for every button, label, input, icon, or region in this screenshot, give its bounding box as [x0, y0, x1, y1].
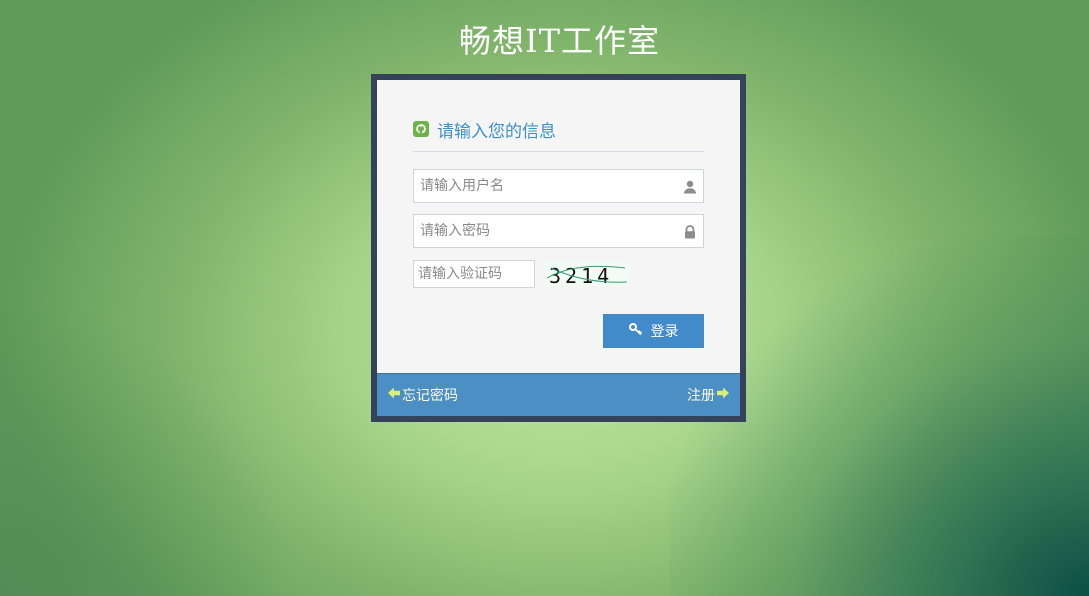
form-header-title: 请输入您的信息: [437, 122, 556, 142]
captcha-field[interactable]: [413, 260, 535, 288]
captcha-image[interactable]: 3214: [545, 258, 629, 290]
key-icon: [628, 322, 643, 340]
login-form: 请输入您的信息 请输入用户名 请输入验证码 3214 登录: [377, 80, 740, 373]
username-field[interactable]: [413, 169, 704, 203]
lock-icon: [683, 224, 697, 239]
login-panel: 请输入您的信息 请输入用户名 请输入验证码 3214 登录 忘记密码 注册: [371, 74, 746, 422]
login-button-label: 登录: [650, 324, 679, 340]
register-label: 注册: [687, 388, 715, 404]
forgot-password-label: 忘记密码: [402, 388, 458, 404]
background-shade: [0, 296, 300, 596]
password-input[interactable]: [414, 215, 703, 247]
username-input[interactable]: [414, 170, 703, 202]
form-header: 请输入您的信息: [413, 116, 704, 152]
arrow-left-icon: [387, 386, 401, 404]
password-field[interactable]: [413, 214, 704, 248]
register-link[interactable]: 注册: [687, 385, 730, 405]
login-button[interactable]: 登录: [603, 314, 704, 348]
forgot-password-link[interactable]: 忘记密码: [387, 385, 458, 405]
github-icon: [413, 121, 429, 137]
login-footer: 忘记密码 注册: [377, 373, 740, 416]
arrow-right-icon: [716, 386, 730, 404]
user-icon: [683, 179, 697, 194]
captcha-input[interactable]: [414, 261, 534, 287]
page-title: 畅想IT工作室: [459, 22, 660, 60]
